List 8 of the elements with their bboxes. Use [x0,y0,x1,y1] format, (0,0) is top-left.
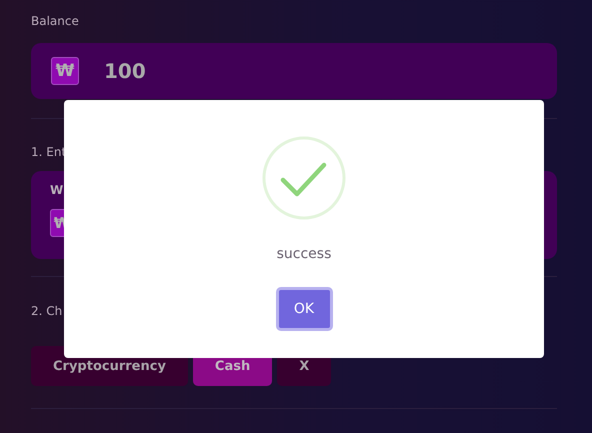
currency-icon: ₩ [51,57,79,85]
section-label: Balance [31,14,79,28]
card-title: W [50,183,64,197]
step-label: 2. Ch [31,304,62,318]
ok-button[interactable]: OK [276,287,332,331]
dialog-message: success [276,246,332,262]
success-check-icon [262,136,346,220]
balance-amount: 100 [104,59,146,83]
